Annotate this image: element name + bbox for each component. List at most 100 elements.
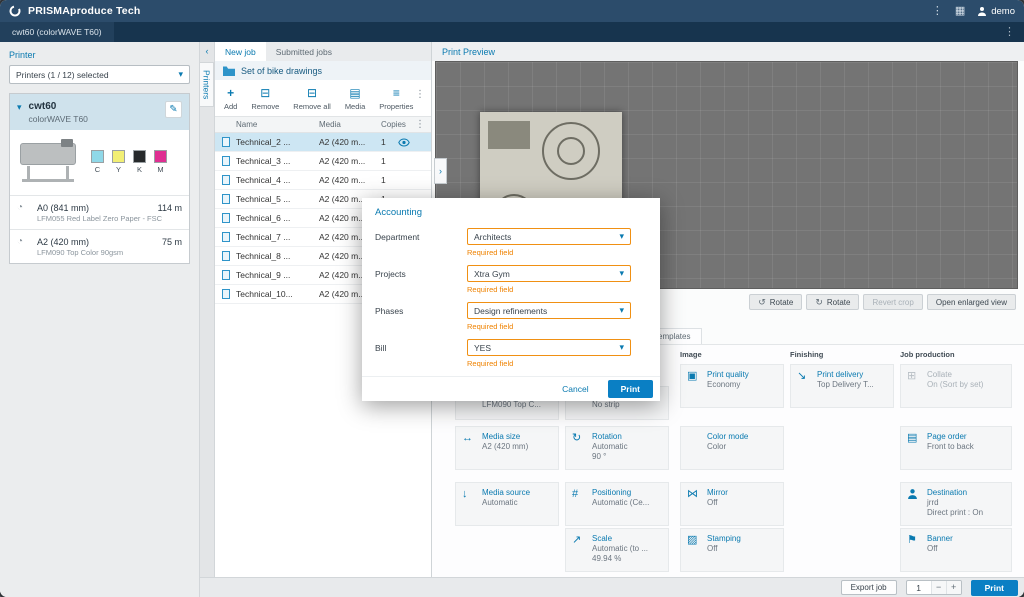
column-copies[interactable]: Copies [381, 120, 411, 129]
table-menu-icon[interactable]: ⋮ [415, 119, 425, 130]
job-row[interactable]: Technical_4 ... A2 (420 m... 1 [215, 171, 431, 190]
tile-value: Direct print : On [927, 508, 1005, 517]
tile-label: Color mode [707, 432, 777, 441]
expand-panel-handle[interactable]: › [434, 158, 447, 184]
roll-icon: ◔ [17, 202, 33, 213]
folder-icon [223, 66, 235, 76]
tab-submitted-jobs[interactable]: Submitted jobs [266, 42, 342, 61]
printer-card-header[interactable]: ▾ cwt60 colorWAVE T60 ✎ [10, 94, 189, 130]
accounting-dialog: Accounting Department Architects ▾ Requi… [362, 198, 660, 401]
job-set-header[interactable]: Set of bike drawings [215, 61, 431, 80]
cancel-button[interactable]: Cancel [556, 383, 594, 395]
tile-print-quality[interactable]: ▣ Print quality Economy [680, 364, 784, 408]
tab-new-job[interactable]: New job [215, 42, 266, 61]
tile-label: Rotation [592, 432, 662, 441]
tile-destination[interactable]: Destination jrrd Direct print : On [900, 482, 1012, 526]
job-row[interactable]: Technical_2 ... A2 (420 m... 1 [215, 133, 431, 152]
roll-media: LFM090 Top Color 90gsm [37, 248, 182, 257]
tile-banner[interactable]: ⚑ Banner Off [900, 528, 1012, 572]
media-size-icon: ↔ [462, 432, 477, 452]
media-roll-row[interactable]: ◔ A2 (420 mm) 75 m LFM090 Top Color 90gs… [10, 229, 189, 263]
printer-select[interactable]: Printers (1 / 12) selected ▾ [9, 65, 190, 84]
app-window: PRISMAproduce Tech ⋮ ▦ demo cwt60 (color… [0, 0, 1024, 597]
dialog-footer: Cancel Print [362, 376, 660, 401]
remove-all-button[interactable]: ⊟Remove all [293, 87, 331, 111]
job-row[interactable]: Technical_3 ... A2 (420 m... 1 [215, 152, 431, 171]
counter-increment-button[interactable]: + [946, 580, 961, 595]
copies-counter: 1 − + [906, 580, 962, 595]
tile-value: Front to back [927, 442, 1005, 451]
toner-yellow: Y [112, 150, 125, 174]
export-job-button[interactable]: Export job [841, 580, 897, 595]
rotate-left-button[interactable]: ↺Rotate [749, 294, 802, 310]
printer-model: colorWAVE T60 [29, 114, 88, 124]
revert-crop-button[interactable]: Revert crop [863, 294, 922, 310]
dialog-print-button[interactable]: Print [608, 380, 653, 398]
group-label-finishing: Finishing [790, 350, 823, 359]
apps-grid-icon[interactable]: ▦ [955, 6, 965, 17]
projects-select[interactable]: Xtra Gym ▾ [467, 265, 631, 282]
chevron-down-icon: ▾ [619, 268, 624, 279]
rotation-icon: ↻ [572, 432, 587, 461]
tile-media-source[interactable]: ↓ Media source Automatic [455, 482, 559, 526]
toolbar-menu-icon[interactable]: ⋮ [415, 89, 425, 100]
department-select[interactable]: Architects ▾ [467, 228, 631, 245]
tile-positioning[interactable]: # Positioning Automatic (Ce... [565, 482, 669, 526]
media-roll-row[interactable]: ◔ A0 (841 mm) 114 m LFM055 Red Label Zer… [10, 195, 189, 229]
tile-scale[interactable]: ↗ Scale Automatic (to ... 49.94 % [565, 528, 669, 572]
tile-value: 90 ° [592, 452, 662, 461]
tile-value: On (Sort by set) [927, 380, 1005, 389]
job-name: Technical_3 ... [236, 156, 319, 166]
properties-button[interactable]: ≡Properties [379, 87, 413, 111]
vertical-tab-printers[interactable]: Printers [200, 62, 214, 107]
counter-value[interactable]: 1 [907, 583, 931, 593]
remove-button[interactable]: ⊟Remove [251, 87, 279, 111]
document-icon [222, 156, 230, 166]
toner-cyan: C [91, 150, 104, 174]
eye-icon[interactable] [398, 138, 410, 149]
tile-mirror[interactable]: ⋈ Mirror Off [680, 482, 784, 526]
open-enlarged-view-button[interactable]: Open enlarged view [927, 294, 1016, 310]
column-name[interactable]: Name [236, 120, 319, 129]
tile-value: Off [707, 544, 777, 553]
tile-color-mode[interactable]: Color mode Color [680, 426, 784, 470]
required-hint: Required field [467, 359, 631, 368]
tile-value: Automatic [592, 442, 662, 451]
required-hint: Required field [467, 285, 631, 294]
user-menu[interactable]: demo [977, 6, 1015, 17]
tile-value: Automatic (Ce... [592, 498, 662, 507]
tile-value: jrrd [927, 498, 1005, 507]
column-media[interactable]: Media [319, 120, 381, 129]
tile-collate[interactable]: ⊞ Collate On (Sort by set) [900, 364, 1012, 408]
tile-page-order[interactable]: ▤ Page order Front to back [900, 426, 1012, 470]
rotate-right-button[interactable]: ↻Rotate [806, 294, 859, 310]
roll-media: LFM055 Red Label Zero Paper - FSC [37, 214, 182, 223]
tab-bar-menu-icon[interactable]: ⋮ [1004, 27, 1015, 38]
tile-media-size[interactable]: ↔ Media size A2 (420 mm) [455, 426, 559, 470]
tile-label: Banner [927, 534, 1005, 543]
tile-rotation[interactable]: ↻ Rotation Automatic 90 ° [565, 426, 669, 470]
tile-stamping[interactable]: ▨ Stamping Off [680, 528, 784, 572]
toner-levels: C Y K M [91, 150, 167, 174]
document-tab[interactable]: cwt60 (colorWAVE T60) [0, 22, 114, 42]
tile-value: Color [707, 442, 777, 451]
tile-print-delivery[interactable]: ↘ Print delivery Top Delivery T... [790, 364, 894, 408]
phases-select[interactable]: Design refinements ▾ [467, 302, 631, 319]
collapse-panel-icon[interactable]: ‹ [200, 42, 214, 56]
counter-decrement-button[interactable]: − [931, 580, 946, 595]
document-icon [222, 289, 230, 299]
jobs-tabs: New job Submitted jobs [215, 42, 431, 61]
add-button[interactable]: +Add [224, 87, 237, 111]
edit-printer-button[interactable]: ✎ [165, 101, 182, 118]
document-icon [222, 270, 230, 280]
media-button[interactable]: ▤Media [345, 87, 365, 111]
bill-select[interactable]: YES ▾ [467, 339, 631, 356]
overflow-menu-icon[interactable]: ⋮ [932, 6, 943, 17]
tile-label: Print delivery [817, 370, 887, 379]
destination-icon [907, 488, 922, 517]
print-button[interactable]: Print [971, 580, 1018, 596]
tile-value: Automatic (to ... [592, 544, 662, 553]
color-mode-icon [687, 432, 702, 452]
group-label-image: Image [680, 350, 702, 359]
roll-remaining: 114 m [158, 203, 182, 213]
